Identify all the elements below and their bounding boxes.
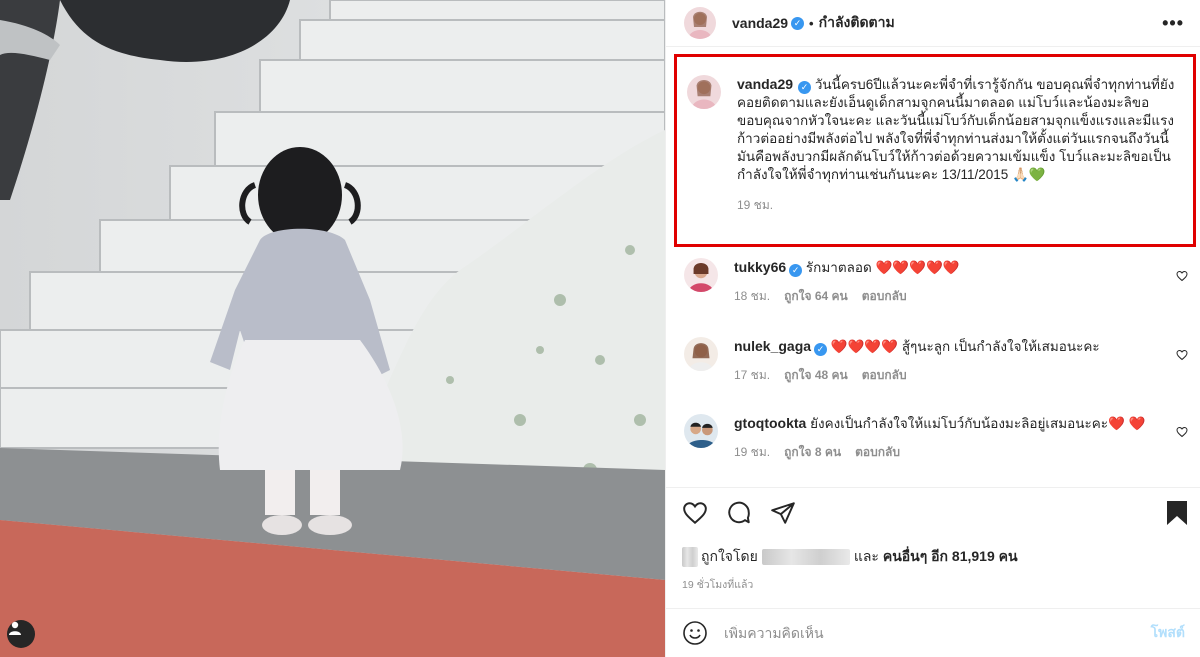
- liked-by-and: และ: [853, 548, 879, 564]
- liked-by-others[interactable]: คนอื่นๆ อีก 81,919 คน: [883, 546, 1018, 568]
- caption-username[interactable]: vanda29: [737, 76, 793, 92]
- comment-composer: โพสต์: [666, 608, 1200, 657]
- comment-username[interactable]: nulek_gaga: [734, 338, 811, 354]
- follow-status[interactable]: กำลังติดตาม: [819, 12, 895, 34]
- more-icon[interactable]: •••: [1162, 13, 1184, 34]
- author-username[interactable]: vanda29: [732, 15, 788, 31]
- comment-username[interactable]: gtoqtookta: [734, 415, 806, 431]
- user-tag-icon[interactable]: [7, 620, 35, 648]
- emoji-icon[interactable]: [682, 620, 708, 646]
- heart-icon[interactable]: [1176, 270, 1188, 282]
- green-heart-emoji: 💚: [1028, 167, 1046, 182]
- bookmark-icon[interactable]: [1165, 500, 1189, 526]
- caption-highlight-box: vanda29 ✓ วันนี้ครบ6ปีแล้วนะคะพี่จำที่เรา…: [674, 54, 1196, 247]
- post-timestamp[interactable]: 19 ชั่วโมงที่แล้ว: [682, 576, 753, 593]
- heart-icon[interactable]: [682, 500, 708, 526]
- liker-name-blurred: [761, 549, 850, 565]
- reply-button[interactable]: ตอบกลับ: [855, 443, 900, 461]
- likes-summary[interactable]: ถูกใจโดย และ คนอื่นๆ อีก 81,919 คน: [682, 546, 1018, 568]
- comment-text: รักมาตลอด: [805, 260, 872, 275]
- liker-avatar-blurred: [682, 547, 698, 567]
- heart-icon[interactable]: [1176, 426, 1188, 438]
- separator-dot: •: [809, 15, 814, 31]
- action-bar: ถูกใจโดย และ คนอื่นๆ อีก 81,919 คน 19 ชั…: [666, 487, 1200, 607]
- comment-text: ยังคงเป็นกำลังใจให้แม่โบว์กับน้องมะลิอยู…: [810, 416, 1108, 431]
- verified-badge: ✓: [791, 16, 805, 30]
- verified-badge: ✓: [814, 343, 828, 356]
- comment-time[interactable]: 19 ชม.: [734, 443, 770, 461]
- photo-illustration: [0, 0, 665, 657]
- comment-time[interactable]: 18 ชม.: [734, 287, 770, 305]
- share-icon[interactable]: [770, 500, 796, 526]
- comment-text: สู้ๆนะลูก เป็นกำลังใจให้เสมอนะคะ: [901, 339, 1100, 354]
- post-side-panel: vanda29 ✓ • กำลังติดตาม ••• vanda29 ✓ วัน…: [665, 0, 1200, 657]
- post-comment-button[interactable]: โพสต์: [1151, 622, 1185, 644]
- post-header: vanda29 ✓ • กำลังติดตาม •••: [666, 0, 1200, 47]
- commenter-avatar[interactable]: [684, 414, 718, 448]
- author-avatar[interactable]: [684, 7, 716, 39]
- comment-input[interactable]: [724, 625, 1104, 641]
- liked-by-prefix: ถูกใจโดย: [701, 548, 758, 564]
- comment-likes[interactable]: ถูกใจ 8 คน: [784, 443, 841, 461]
- heart-emojis-line2: ❤️: [1128, 416, 1146, 431]
- comment-item: nulek_gaga ✓ ❤️❤️❤️❤️ สู้ๆนะลูก เป็นกำลัง…: [684, 337, 1188, 384]
- reply-button[interactable]: ตอบกลับ: [862, 366, 907, 384]
- verified-badge: ✓: [789, 264, 803, 277]
- comment-time[interactable]: 17 ชม.: [734, 366, 770, 384]
- verified-badge: ✓: [798, 81, 812, 94]
- comment-icon[interactable]: [726, 500, 752, 526]
- heart-emojis: ❤️❤️❤️❤️: [830, 339, 899, 354]
- comment-likes[interactable]: ถูกใจ 64 คน: [784, 287, 848, 305]
- commenter-avatar[interactable]: [684, 258, 718, 292]
- post-photo[interactable]: [0, 0, 665, 657]
- commenter-avatar[interactable]: [684, 337, 718, 371]
- heart-emojis: ❤️: [1107, 416, 1125, 431]
- caption-body: vanda29 ✓ วันนี้ครบ6ปีแล้วนะคะพี่จำที่เรา…: [737, 75, 1183, 244]
- caption-author-avatar[interactable]: [687, 75, 721, 109]
- heart-emojis: ❤️❤️❤️❤️❤️: [875, 260, 960, 275]
- action-icons: [682, 500, 796, 526]
- comment-username[interactable]: tukky66: [734, 259, 786, 275]
- reply-button[interactable]: ตอบกลับ: [862, 287, 907, 305]
- comment-likes[interactable]: ถูกใจ 48 คน: [784, 366, 848, 384]
- comment-item: gtoqtookta ยังคงเป็นกำลังใจให้แม่โบว์กับ…: [684, 414, 1188, 461]
- heart-icon[interactable]: [1176, 349, 1188, 361]
- caption-time[interactable]: 19 ชม.: [737, 196, 1183, 214]
- comment-item: tukky66 ✓ รักมาตลอด ❤️❤️❤️❤️❤️ 18 ชม. ถูก…: [684, 258, 1188, 305]
